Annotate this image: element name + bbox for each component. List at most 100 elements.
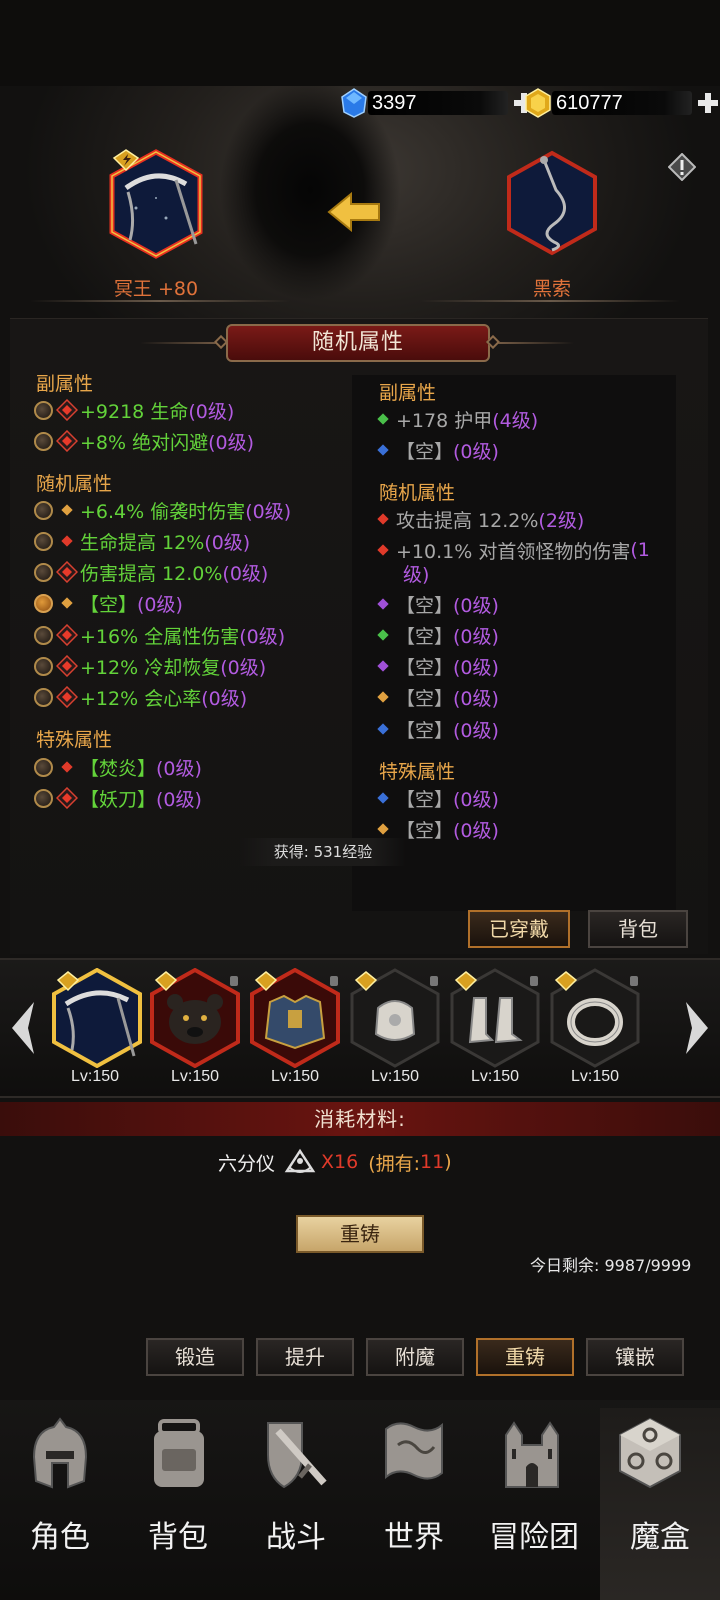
sword-shield-icon[interactable] bbox=[262, 1415, 332, 1491]
slot-chest-armor-icon[interactable] bbox=[248, 968, 342, 1068]
right-random-row: 【空】 (0级) bbox=[372, 591, 499, 617]
equipped-button[interactable]: 已穿戴 bbox=[468, 910, 570, 948]
left-random-row[interactable]: 生命提高 12% (0级) bbox=[34, 528, 250, 554]
slot-bear-helmet-icon[interactable] bbox=[148, 968, 242, 1068]
right-random-row: 【空】 (0级) bbox=[372, 622, 499, 648]
sextant-icon bbox=[284, 1148, 316, 1173]
stat-level: (0级) bbox=[453, 788, 499, 811]
stat-level: (0级) bbox=[156, 788, 202, 811]
stat-text: 【焚炎】 bbox=[80, 757, 157, 780]
left-sub-row[interactable]: +9218 生命 (0级) bbox=[34, 397, 234, 423]
lock-toggle[interactable] bbox=[34, 625, 53, 645]
reforge-button[interactable]: 重铸 bbox=[296, 1215, 424, 1253]
blue-diamond-icon bbox=[377, 792, 389, 804]
left-random-row[interactable]: +12% 冷却恢复 (0级) bbox=[34, 653, 266, 679]
stat-level: (0级) bbox=[453, 656, 499, 679]
left-sub-row[interactable]: +8% 绝对闪避 (0级) bbox=[34, 428, 254, 454]
stat-text: 【空】 bbox=[396, 788, 454, 811]
stat-level: (0级) bbox=[453, 687, 499, 710]
tab-forge[interactable]: 锻造 bbox=[146, 1338, 244, 1376]
right-random-row: 【空】 (0级) bbox=[372, 716, 499, 742]
nav-backpack[interactable]: 背包 bbox=[118, 1512, 238, 1556]
stat-level: (0级) bbox=[453, 819, 499, 842]
stat-text: +12% 会心率 bbox=[80, 687, 202, 710]
left-special-row[interactable]: 【妖刀】 (0级) bbox=[34, 785, 202, 811]
left-random-row[interactable]: +6.4% 偷袭时伤害 (0级) bbox=[34, 497, 291, 523]
status-area bbox=[0, 0, 720, 86]
left-random-row[interactable]: 伤害提高 12.0% (0级) bbox=[34, 559, 268, 585]
gold-diamond-icon bbox=[61, 504, 73, 516]
nav-battle[interactable]: 战斗 bbox=[236, 1512, 356, 1556]
right-special-row: 【空】 (0级) bbox=[372, 785, 499, 811]
info-warning-icon[interactable] bbox=[668, 153, 696, 181]
lock-toggle-active[interactable] bbox=[34, 593, 53, 613]
gem-count: 3397 bbox=[372, 91, 417, 114]
blue-diamond-icon bbox=[377, 444, 389, 456]
lock-toggle[interactable] bbox=[34, 687, 53, 707]
tab-enchant[interactable]: 附魔 bbox=[366, 1338, 464, 1376]
castle-icon[interactable] bbox=[502, 1415, 562, 1491]
nav-adventure-group[interactable]: 冒险团 bbox=[474, 1512, 594, 1556]
chevron-right-icon[interactable] bbox=[682, 1000, 712, 1056]
left-random-row[interactable]: +12% 会心率 (0级) bbox=[34, 684, 247, 710]
chevron-left-icon[interactable] bbox=[8, 1000, 38, 1056]
left-special-row[interactable]: 【焚炎】 (0级) bbox=[34, 754, 202, 780]
tab-upgrade[interactable]: 提升 bbox=[256, 1338, 354, 1376]
gold-currency: 610777 bbox=[524, 88, 720, 118]
slot-scythe-icon[interactable] bbox=[50, 968, 144, 1068]
stat-text: 【空】 bbox=[396, 687, 454, 710]
right-random-row-wrap: 级) bbox=[403, 560, 429, 586]
slot-ring-icon[interactable] bbox=[548, 968, 642, 1068]
tab-socket[interactable]: 镶嵌 bbox=[586, 1338, 684, 1376]
current-weapon-scythe-icon[interactable] bbox=[106, 148, 206, 260]
lock-toggle[interactable] bbox=[34, 500, 53, 520]
helmet-icon[interactable] bbox=[28, 1415, 92, 1491]
stat-text: +10.1% 对首领怪物的伤害 bbox=[396, 540, 631, 563]
backpack-button[interactable]: 背包 bbox=[588, 910, 688, 948]
stat-level: (0级) bbox=[453, 719, 499, 742]
left-random-row[interactable]: +16% 全属性伤害 (0级) bbox=[34, 622, 285, 648]
magic-cube-icon[interactable] bbox=[616, 1415, 684, 1491]
owned-count: 11 bbox=[420, 1151, 445, 1173]
current-item-name: 冥王 +80 bbox=[113, 278, 199, 300]
lock-toggle[interactable] bbox=[34, 656, 53, 676]
material-row: 六分仪 X16 (拥有: 11) bbox=[218, 1145, 452, 1179]
stat-text: 生命提高 12% bbox=[80, 531, 205, 554]
backpack-icon[interactable] bbox=[148, 1415, 210, 1491]
gold-gem-icon bbox=[525, 88, 551, 118]
nav-world[interactable]: 世界 bbox=[354, 1512, 474, 1556]
lock-toggle[interactable] bbox=[34, 431, 53, 451]
lock-toggle[interactable] bbox=[34, 788, 53, 808]
stat-level: (0级) bbox=[239, 625, 286, 648]
left-random-attr-title: 随机属性 bbox=[36, 473, 113, 495]
nav-magic-box[interactable]: 魔盒 bbox=[600, 1512, 720, 1556]
gem-currency: 3397 bbox=[340, 88, 536, 118]
slot-boots-icon[interactable] bbox=[448, 968, 542, 1068]
daily-remaining: 今日剩余: 9987/9999 bbox=[530, 1256, 692, 1275]
left-random-row[interactable]: 【空】 (0级) bbox=[34, 590, 183, 616]
map-scroll-icon[interactable] bbox=[378, 1415, 450, 1491]
stat-text: +9218 生命 bbox=[80, 400, 189, 423]
lock-toggle[interactable] bbox=[34, 531, 53, 551]
stat-text: 攻击提高 12.2% bbox=[396, 509, 539, 532]
panel-title: 随机属性 bbox=[226, 324, 490, 362]
compared-item-name: 黑索 bbox=[532, 278, 571, 300]
exp-gain-label: 获得: 531经验 bbox=[240, 838, 406, 866]
nav-character[interactable]: 角色 bbox=[0, 1512, 120, 1556]
red-diamond-icon bbox=[377, 513, 389, 525]
stat-text: 【空】 bbox=[396, 440, 454, 463]
tab-reforge[interactable]: 重铸 bbox=[476, 1338, 574, 1376]
stat-text: +12% 冷却恢复 bbox=[80, 656, 221, 679]
add-gold-button[interactable] bbox=[696, 91, 720, 115]
left-sub-attr-title: 副属性 bbox=[36, 373, 94, 395]
owned-prefix: (拥有: bbox=[368, 1152, 421, 1175]
lock-toggle[interactable] bbox=[34, 757, 53, 777]
attribute-mark-icon bbox=[56, 399, 78, 421]
compared-item-whip-icon[interactable] bbox=[504, 150, 600, 256]
title-ornament bbox=[140, 342, 226, 344]
right-random-attr-title: 随机属性 bbox=[379, 482, 456, 504]
lock-toggle[interactable] bbox=[34, 400, 53, 420]
consume-materials-title: 消耗材料: bbox=[0, 1102, 720, 1136]
lock-toggle[interactable] bbox=[34, 562, 53, 582]
slot-gauntlet-icon[interactable] bbox=[348, 968, 442, 1068]
